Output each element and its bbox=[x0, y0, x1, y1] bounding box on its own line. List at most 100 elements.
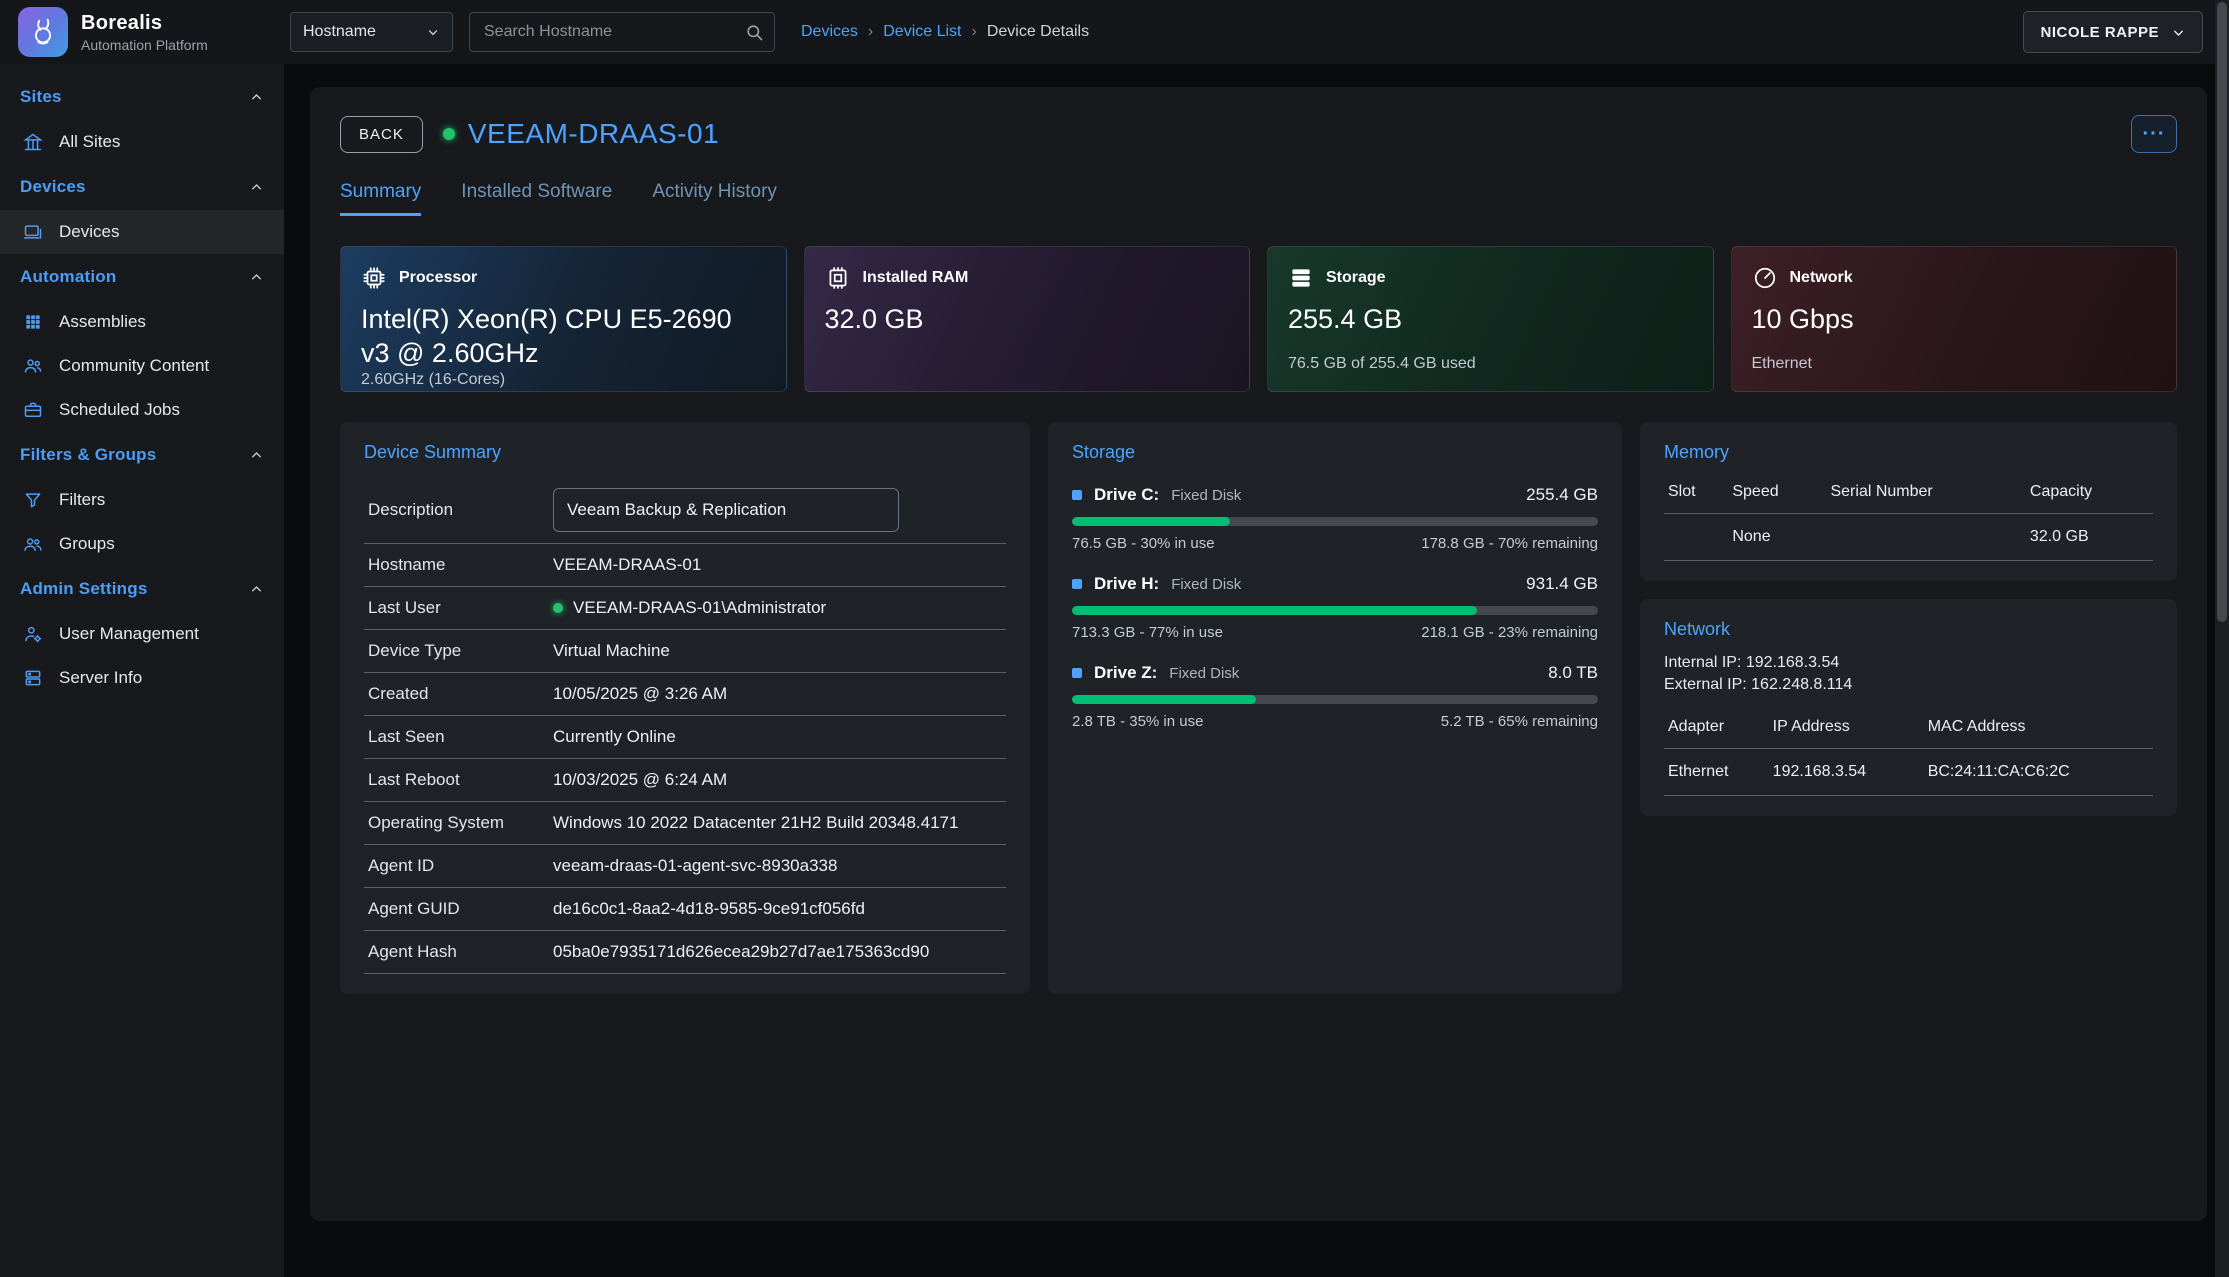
header-controls: Hostname bbox=[290, 12, 775, 52]
breadcrumb-separator: › bbox=[971, 23, 976, 41]
search-input[interactable] bbox=[484, 23, 745, 41]
network-row: Ethernet 192.168.3.54 BC:24:11:CA:C6:2C bbox=[1664, 749, 2153, 796]
server-icon bbox=[22, 668, 44, 688]
sidebar-section-sites[interactable]: Sites bbox=[0, 74, 284, 120]
external-ip: External IP: 162.248.8.114 bbox=[1664, 676, 2153, 694]
breadcrumb: Devices › Device List › Device Details bbox=[801, 23, 1089, 41]
hostname-filter-value: Hostname bbox=[303, 23, 376, 41]
sidebar-section-automation[interactable]: Automation bbox=[0, 254, 284, 300]
summary-row-created: Created 10/05/2025 @ 3:26 AM bbox=[364, 673, 1006, 716]
chevron-down-icon bbox=[2171, 25, 2186, 40]
memory-table: Slot Speed Serial Number Capacity bbox=[1664, 471, 2153, 561]
memory-title: Memory bbox=[1664, 442, 2153, 463]
tab-activity-history[interactable]: Activity History bbox=[652, 181, 777, 216]
stat-title: Network bbox=[1790, 269, 1853, 287]
chevron-up-icon bbox=[249, 582, 264, 597]
drive-bullet-icon bbox=[1072, 579, 1082, 589]
stat-footer: 2.60GHz (16-Cores) bbox=[361, 371, 766, 389]
dropdown-caret-icon bbox=[426, 25, 440, 39]
sidebar-item-community-content[interactable]: Community Content bbox=[0, 344, 284, 388]
sidebar-item-assemblies[interactable]: Assemblies bbox=[0, 300, 284, 344]
sidebar-item-devices[interactable]: Devices bbox=[0, 210, 284, 254]
stat-footer: 76.5 GB of 255.4 GB used bbox=[1288, 355, 1693, 373]
devices-icon bbox=[22, 222, 44, 242]
memory-card: Memory Slot Speed Serial Number Capacity bbox=[1640, 422, 2177, 581]
panel-head: BACK VEEAM-DRAAS-01 ··· bbox=[340, 115, 2177, 153]
top-header: Borealis Automation Platform Hostname De… bbox=[0, 0, 2229, 64]
briefcase-icon bbox=[22, 400, 44, 420]
filter-icon bbox=[22, 490, 44, 510]
building-icon bbox=[22, 132, 44, 152]
app-root: Borealis Automation Platform Hostname De… bbox=[0, 0, 2229, 1277]
tab-installed-software[interactable]: Installed Software bbox=[461, 181, 612, 216]
storage-title: Storage bbox=[1072, 442, 1598, 463]
stat-value: 255.4 GB bbox=[1288, 303, 1693, 337]
vertical-scrollbar[interactable] bbox=[2215, 0, 2229, 1277]
device-summary-card: Device Summary Description Hostname VEEA… bbox=[340, 422, 1030, 994]
user-gear-icon bbox=[22, 624, 44, 644]
storage-card: Storage Drive C: Fixed Disk 255.4 GB bbox=[1048, 422, 1622, 994]
network-card: Network Internal IP: 192.168.3.54 Extern… bbox=[1640, 599, 2177, 816]
sidebar-item-scheduled-jobs[interactable]: Scheduled Jobs bbox=[0, 388, 284, 432]
stat-title: Processor bbox=[399, 269, 477, 287]
device-title: VEEAM-DRAAS-01 bbox=[443, 118, 719, 150]
device-name: VEEAM-DRAAS-01 bbox=[468, 118, 719, 150]
sidebar-item-groups[interactable]: Groups bbox=[0, 522, 284, 566]
stat-card-storage: Storage 255.4 GB 76.5 GB of 255.4 GB use… bbox=[1267, 246, 1714, 392]
breadcrumb-devices[interactable]: Devices bbox=[801, 23, 858, 41]
hostname-filter-select[interactable]: Hostname bbox=[290, 12, 453, 52]
online-status-dot bbox=[553, 603, 563, 613]
brand-name: Borealis bbox=[81, 12, 208, 35]
internal-ip: Internal IP: 192.168.3.54 bbox=[1664, 654, 2153, 672]
stat-value: 32.0 GB bbox=[825, 303, 1230, 337]
ram-icon bbox=[825, 265, 851, 291]
summary-row-agent-guid: Agent GUID de16c0c1-8aa2-4d18-9585-9ce91… bbox=[364, 888, 1006, 931]
sidebar-item-user-management[interactable]: User Management bbox=[0, 612, 284, 656]
network-title: Network bbox=[1664, 619, 2153, 640]
breadcrumb-device-list[interactable]: Device List bbox=[883, 23, 961, 41]
sidebar-item-all-sites[interactable]: All Sites bbox=[0, 120, 284, 164]
summary-row-agent-hash: Agent Hash 05ba0e7935171d626ecea29b27d7a… bbox=[364, 931, 1006, 974]
back-button[interactable]: BACK bbox=[340, 116, 423, 153]
cpu-icon bbox=[361, 265, 387, 291]
device-summary-title: Device Summary bbox=[364, 442, 1006, 463]
stat-title: Installed RAM bbox=[863, 269, 969, 287]
right-column: Memory Slot Speed Serial Number Capacity bbox=[1640, 422, 2177, 816]
sidebar-item-label: Assemblies bbox=[59, 312, 146, 332]
brand-subtitle: Automation Platform bbox=[81, 37, 208, 53]
sidebar-item-label: Groups bbox=[59, 534, 115, 554]
summary-row-operating-system: Operating System Windows 10 2022 Datacen… bbox=[364, 802, 1006, 845]
summary-row-agent-id: Agent ID veeam-draas-01-agent-svc-8930a3… bbox=[364, 845, 1006, 888]
sidebar-section-devices[interactable]: Devices bbox=[0, 164, 284, 210]
sidebar-item-filters[interactable]: Filters bbox=[0, 478, 284, 522]
stat-cards: Processor Intel(R) Xeon(R) CPU E5-2690 v… bbox=[340, 246, 2177, 392]
online-status-dot bbox=[443, 128, 455, 140]
sidebar-item-label: User Management bbox=[59, 624, 199, 644]
breadcrumb-device-details: Device Details bbox=[987, 23, 1089, 41]
main-area: BACK VEEAM-DRAAS-01 ··· Summary Installe… bbox=[284, 64, 2229, 1277]
summary-row-last-user: Last User VEEAM-DRAAS-01\Administrator bbox=[364, 587, 1006, 630]
stat-footer: Ethernet bbox=[1752, 355, 2157, 373]
user-name: NICOLE RAPPE bbox=[2040, 24, 2159, 41]
drive-usage-bar bbox=[1072, 517, 1598, 526]
drive-usage-bar bbox=[1072, 606, 1598, 615]
sidebar-item-server-info[interactable]: Server Info bbox=[0, 656, 284, 700]
drive-h: Drive H: Fixed Disk 931.4 GB 713.3 GB - … bbox=[1072, 574, 1598, 641]
drive-usage-bar bbox=[1072, 695, 1598, 704]
search-icon[interactable] bbox=[745, 23, 764, 42]
summary-row-device-type: Device Type Virtual Machine bbox=[364, 630, 1006, 673]
more-actions-button[interactable]: ··· bbox=[2131, 115, 2177, 153]
chevron-up-icon bbox=[249, 180, 264, 195]
memory-row: None 32.0 GB bbox=[1664, 514, 2153, 561]
sidebar-section-filters-groups[interactable]: Filters & Groups bbox=[0, 432, 284, 478]
stat-card-installed-ram: Installed RAM 32.0 GB bbox=[804, 246, 1251, 392]
brand: Borealis Automation Platform bbox=[0, 7, 284, 57]
description-input[interactable] bbox=[553, 488, 899, 532]
drive-bullet-icon bbox=[1072, 490, 1082, 500]
sidebar-section-admin-settings[interactable]: Admin Settings bbox=[0, 566, 284, 612]
tab-summary[interactable]: Summary bbox=[340, 181, 421, 216]
scrollbar-thumb[interactable] bbox=[2217, 2, 2227, 622]
user-menu-button[interactable]: NICOLE RAPPE bbox=[2023, 11, 2203, 53]
sidebar-item-label: Community Content bbox=[59, 356, 209, 376]
drive-z: Drive Z: Fixed Disk 8.0 TB 2.8 TB - 35% … bbox=[1072, 663, 1598, 730]
